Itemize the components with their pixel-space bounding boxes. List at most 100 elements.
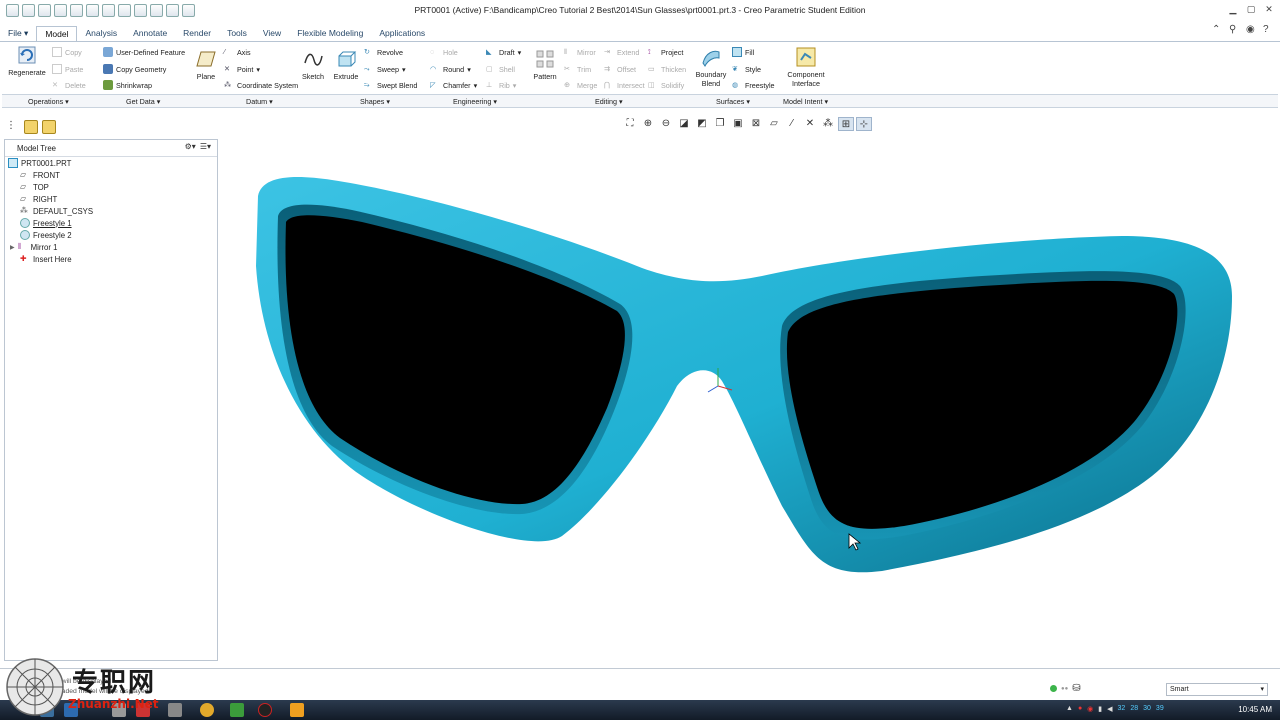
regen-status-icon[interactable] [1050,685,1057,692]
network-icon[interactable]: ▮ [1098,705,1102,713]
volume-icon[interactable]: ◀ [1107,705,1112,713]
saved-orientations-icon[interactable]: ❐ [712,117,728,131]
tab-annotate[interactable]: Annotate [125,26,175,41]
extrude-button[interactable]: Extrude [332,48,360,81]
extend-button[interactable]: ⇥ Extend [604,47,639,57]
close-icon[interactable]: ✕ [1264,4,1274,14]
display-style-icon[interactable]: ◩ [694,117,710,131]
expand-arrow-icon[interactable]: ▶ [10,244,15,251]
group-engineering[interactable]: Engineering ▾ [453,97,497,106]
group-model-intent[interactable]: Model Intent ▾ [783,97,828,106]
tab-applications[interactable]: Applications [371,26,433,41]
draft-dropdown-icon[interactable]: ▾ [518,48,522,57]
community-icon[interactable]: ◉ [1246,24,1257,35]
shell-button[interactable]: ▢ Shell [486,64,515,74]
tree-item-part[interactable]: PRT0001.PRT [8,158,71,168]
sweep-button[interactable]: ⤳ Sweep ▾ [364,64,406,74]
tree-item-default-csys[interactable]: ⁂ DEFAULT_CSYS [20,206,93,216]
freestyle-button[interactable]: ◍ Freestyle [732,80,775,90]
tab-view[interactable]: View [255,26,289,41]
tree-item-freestyle-1[interactable]: Freestyle 1 [20,218,72,228]
intersect-button[interactable]: ⋂ Intersect [604,80,645,90]
regenerate-button[interactable]: Regenerate [6,44,48,77]
selection-filter-dropdown[interactable]: Smart ▾ [1166,683,1268,696]
paste-button[interactable]: Paste [52,64,83,74]
spin-center-icon[interactable]: ⊹ [856,117,872,131]
help-icon[interactable]: ? [1263,24,1274,35]
group-datum[interactable]: Datum ▾ [246,97,273,106]
plane-button[interactable]: Plane [194,48,218,81]
tray-app-icon[interactable]: ◉ [1087,705,1093,713]
search-icon[interactable]: ⚲ [1229,24,1240,35]
thicken-button[interactable]: ▭ Thicken [648,64,686,74]
zoom-out-icon[interactable]: ⊖ [658,117,674,131]
shrinkwrap-button[interactable]: Shrinkwrap [103,80,152,90]
ribbon-collapse-icon[interactable]: ⌃ [1212,24,1223,35]
chamfer-button[interactable]: ◸ Chamfer ▾ [430,80,477,90]
boundary-blend-button[interactable]: Boundary Blend [694,46,728,88]
draft-button[interactable]: ◣ Draft ▾ [486,47,521,57]
tab-analysis[interactable]: Analysis [77,26,125,41]
maximize-icon[interactable]: ▢ [1246,4,1256,14]
sweep-dropdown-icon[interactable]: ▾ [402,65,406,74]
show-options-icon[interactable]: ☰▾ [200,142,211,151]
project-button[interactable]: ⟟ Project [648,47,683,57]
tree-settings-icon[interactable]: ⚙▾ [185,142,196,151]
tray-arrow-icon[interactable]: ▲ [1066,705,1073,713]
tab-file[interactable]: File ▾ [0,26,36,41]
taskbar-app-icon[interactable] [290,703,304,717]
zoom-in-icon[interactable]: ⊕ [640,117,656,131]
solidify-button[interactable]: ◫ Solidify [648,80,684,90]
tree-item-mirror-1[interactable]: ▶ ⫴ Mirror 1 [10,242,57,252]
group-get-data[interactable]: Get Data ▾ [126,97,160,106]
datum-display-icon[interactable]: ⊠ [748,117,764,131]
tree-item-top[interactable]: ▱ TOP [20,182,49,192]
merge-button[interactable]: ⊕ Merge [564,80,597,90]
mirror-button[interactable]: ⫴ Mirror [564,47,596,57]
hole-button[interactable]: ◌ Hole [430,47,458,57]
trim-button[interactable]: ✂ Trim [564,64,591,74]
chamfer-dropdown-icon[interactable]: ▾ [474,81,478,90]
tab-tools[interactable]: Tools [219,26,255,41]
csys-display-icon[interactable]: ⁂ [820,117,836,131]
refit-icon[interactable]: ⛶ [622,117,638,131]
model-tree-tab-icon[interactable]: ⋮ [6,120,20,134]
taskbar-app-icon[interactable] [230,703,244,717]
group-editing[interactable]: Editing ▾ [595,97,623,106]
swept-blend-button[interactable]: ⥲ Swept Blend [364,80,417,90]
tab-flexible-modeling[interactable]: Flexible Modeling [289,26,371,41]
group-surfaces[interactable]: Surfaces ▾ [716,97,750,106]
point-dropdown-icon[interactable]: ▾ [256,65,260,74]
offset-button[interactable]: ⇉ Offset [604,64,636,74]
point-display-icon[interactable]: ✕ [802,117,818,131]
sketch-button[interactable]: Sketch [300,48,326,81]
revolve-button[interactable]: ↻ Revolve [364,47,403,57]
copy-geometry-button[interactable]: Copy Geometry [103,64,166,74]
axis-button[interactable]: ⁄ Axis [224,47,251,57]
tab-render[interactable]: Render [175,26,219,41]
tree-item-insert-here[interactable]: ✚ Insert Here [20,254,72,264]
group-operations[interactable]: Operations ▾ [28,97,69,106]
rib-dropdown-icon[interactable]: ▾ [513,81,517,90]
selection-filter-icon[interactable]: ⛁ [1072,683,1080,694]
fill-button[interactable]: Fill [732,47,754,57]
folder-browser-icon[interactable] [24,120,38,134]
plane-display-icon[interactable]: ▱ [766,117,782,131]
copy-button[interactable]: Copy [52,47,82,57]
taskbar-app-icon[interactable] [168,703,182,717]
minimize-icon[interactable]: ▁ [1228,4,1238,14]
round-dropdown-icon[interactable]: ▾ [467,65,471,74]
rib-button[interactable]: ⊥ Rib ▾ [486,80,516,90]
user-defined-feature-button[interactable]: User-Defined Feature [103,47,185,57]
tree-item-right[interactable]: ▱ RIGHT [20,194,57,204]
annotation-display-icon[interactable]: ⊞ [838,117,854,131]
delete-button[interactable]: ✕ Delete [52,80,86,90]
group-shapes[interactable]: Shapes ▾ [360,97,390,106]
axis-display-icon[interactable]: ⁄ [784,117,800,131]
point-button[interactable]: ✕ Point ▾ [224,64,260,74]
favorites-icon[interactable] [42,120,56,134]
chrome-icon[interactable] [200,703,214,717]
style-button[interactable]: ❦ Style [732,64,761,74]
graphics-viewport[interactable] [222,136,1280,666]
tab-model[interactable]: Model [36,26,78,41]
